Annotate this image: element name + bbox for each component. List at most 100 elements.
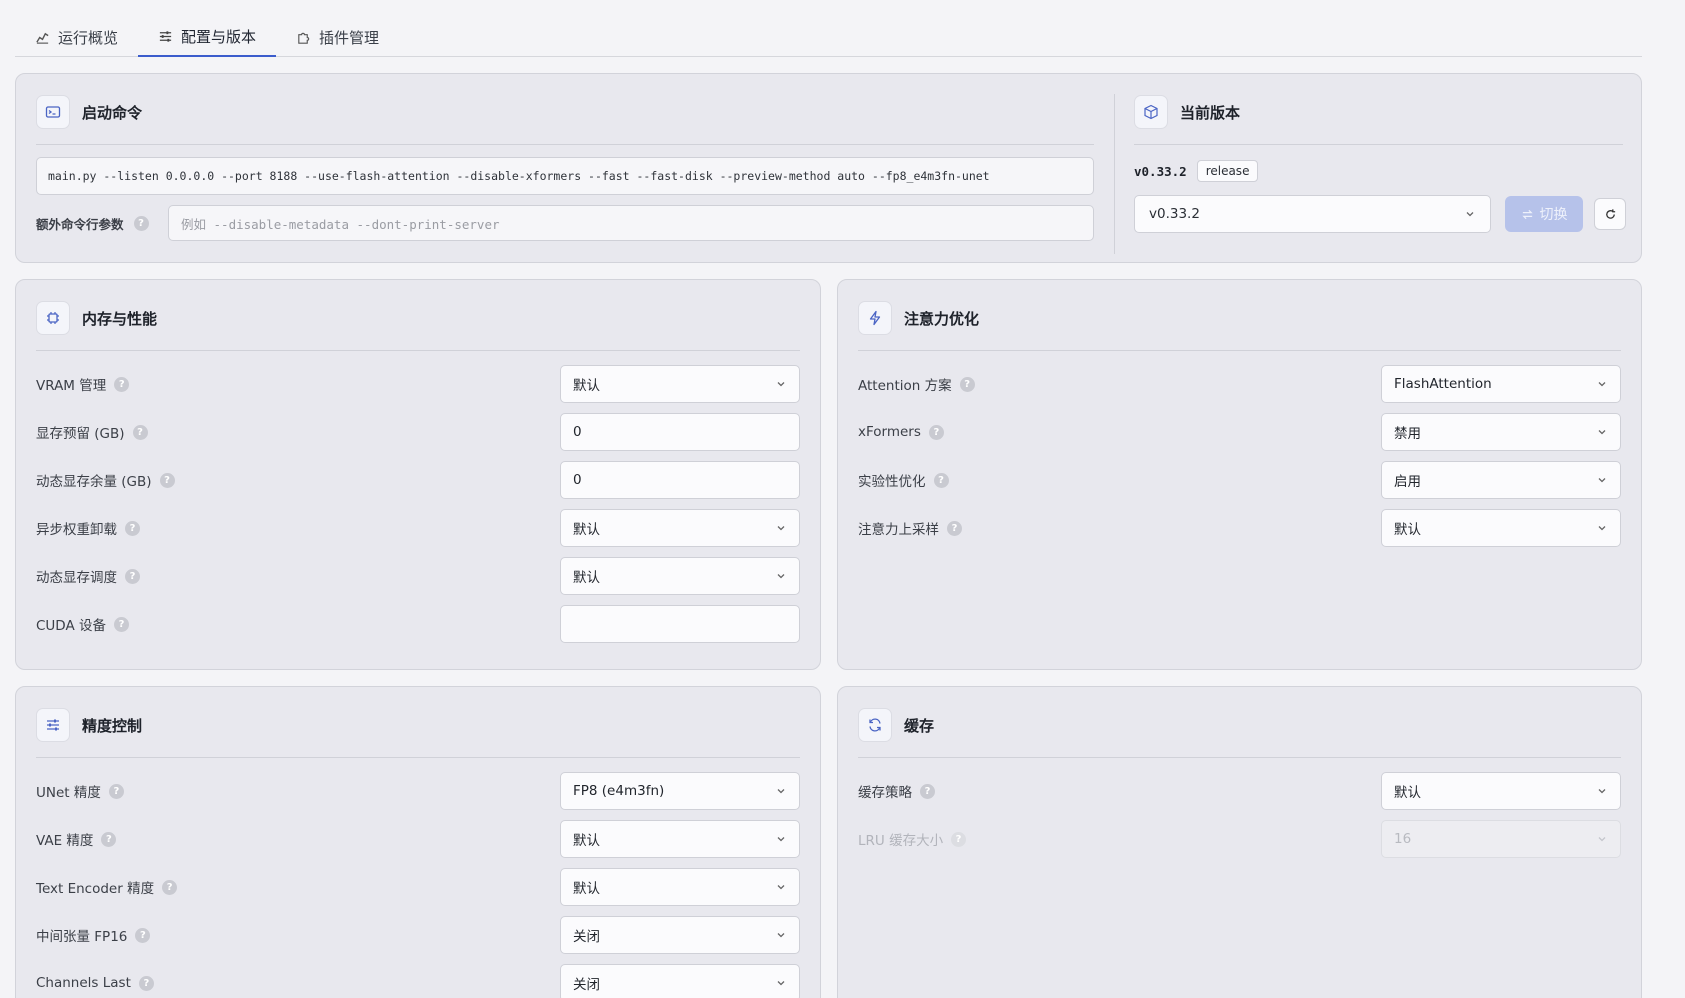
tab-config[interactable]: 配置与版本 [138,17,277,57]
precision-header: 精度控制 [36,705,800,745]
select-value: 默认 [573,833,600,849]
vram-row: VRAM 管理? 默认 [36,365,800,403]
select-value: 默认 [573,378,600,394]
divider [1134,144,1623,145]
select-value: 关闭 [573,929,600,945]
sliders-icon [159,30,172,42]
intermediate-fp16-label: 中间张量 FP16 [36,929,128,945]
chevron-down-icon [777,382,785,387]
unet-precision-label: UNet 精度 [36,785,101,801]
divider [858,757,1621,758]
help-icon[interactable]: ? [920,783,935,799]
help-icon[interactable]: ? [959,376,975,392]
divider [36,144,1094,145]
chevron-down-icon [1466,212,1474,217]
version-select[interactable]: v0.33.2 [1134,195,1491,233]
help-icon[interactable]: ? [159,472,175,488]
text-encoder-precision-label: Text Encoder 精度 [36,881,155,897]
swap-icon [1521,209,1533,219]
tab-overview[interactable]: 运行概览 [15,17,138,57]
cache-header: 缓存 [858,705,1621,745]
text-encoder-precision-select[interactable]: 默认 [560,868,800,906]
chevron-down-icon [777,933,785,938]
cuda-device-row: CUDA 设备? [36,605,800,643]
lru-size-row: LRU 缓存大小? 16 [858,820,1621,858]
dynamic-headroom-row: 动态显存余量 (GB)? 0 [36,461,800,499]
vram-reserve-row: 显存预留 (GB)? 0 [36,413,800,451]
channels-last-select[interactable]: 关闭 [560,964,800,998]
extra-args-text: 额外命令行参数 [36,216,124,232]
terminal-icon [36,95,70,129]
dynamic-headroom-label: 动态显存余量 (GB) [36,474,152,490]
cache-title: 缓存 [904,716,935,735]
attention-upcast-select[interactable]: 默认 [1381,509,1621,547]
memory-title: 内存与性能 [82,309,158,328]
precision-title: 精度控制 [82,716,143,735]
help-icon[interactable]: ? [108,783,124,799]
channel-badge: release [1196,160,1259,182]
select-value: 禁用 [1394,426,1421,442]
chevron-down-icon [1598,478,1606,483]
switch-button[interactable]: 切换 [1505,196,1583,232]
extra-args-input[interactable]: 例如 --disable-metadata --dont-print-serve… [168,205,1094,241]
help-icon[interactable]: ? [928,424,944,440]
select-value: 16 [1394,831,1412,847]
help-icon[interactable]: ? [114,616,129,632]
attention-scheme-select[interactable]: FlashAttention [1381,365,1621,403]
command-display[interactable]: main.py --listen 0.0.0.0 --port 8188 --u… [36,157,1094,195]
help-icon[interactable]: ? [947,520,962,536]
help-icon[interactable]: ? [933,472,949,488]
lru-size-label: LRU 缓存大小 [858,833,944,849]
tab-plugins[interactable]: 插件管理 [276,17,399,57]
help-icon[interactable]: ? [114,376,130,392]
help-icon[interactable]: ? [132,424,148,440]
chevron-down-icon [777,789,785,794]
help-icon[interactable]: ? [101,831,117,847]
help-icon[interactable]: ? [138,975,154,991]
xformers-select[interactable]: 禁用 [1381,413,1621,451]
switch-label: 切换 [1539,207,1568,223]
attention-title: 注意力优化 [904,309,980,328]
sliders-icon [36,708,70,742]
vae-precision-select[interactable]: 默认 [560,820,800,858]
launch-header: 启动命令 [36,92,1094,132]
launch-card: 启动命令 main.py --listen 0.0.0.0 --port 818… [15,73,1642,263]
chevron-down-icon [1598,382,1606,387]
help-icon[interactable]: ? [125,568,140,584]
help-icon[interactable]: ? [162,879,178,895]
help-icon[interactable]: ? [133,215,149,231]
help-icon[interactable]: ? [135,927,151,943]
tab-label: 插件管理 [319,28,380,47]
cuda-device-input[interactable] [560,605,800,643]
xformers-row: xFormers? 禁用 [858,413,1621,451]
launch-title: 启动命令 [82,103,143,122]
help-icon[interactable]: ? [951,831,967,847]
select-value: 默认 [573,881,600,897]
chevron-down-icon [1598,430,1606,435]
async-offload-select[interactable]: 默认 [560,509,800,547]
attention-scheme-row: Attention 方案? FlashAttention [858,365,1621,403]
divider [36,757,800,758]
chevron-down-icon [1598,526,1606,531]
version-header: 当前版本 [1134,92,1623,132]
experimental-select[interactable]: 启用 [1381,461,1621,499]
input-value: 0 [573,472,582,488]
vram-select[interactable]: 默认 [560,365,800,403]
vram-reserve-input[interactable]: 0 [560,413,800,451]
select-value: 关闭 [573,977,600,993]
help-icon[interactable]: ? [125,520,140,536]
refresh-button[interactable] [1594,198,1626,230]
dynamic-schedule-select[interactable]: 默认 [560,557,800,595]
dynamic-schedule-label: 动态显存调度 [36,570,117,586]
lru-size-select[interactable]: 16 [1381,820,1621,858]
intermediate-fp16-select[interactable]: 关闭 [560,916,800,954]
cache-strategy-select[interactable]: 默认 [1381,772,1621,810]
tab-label: 配置与版本 [181,27,257,46]
dynamic-headroom-input[interactable]: 0 [560,461,800,499]
unet-precision-row: UNet 精度? FP8 (e4m3fn) [36,772,800,810]
unet-precision-select[interactable]: FP8 (e4m3fn) [560,772,800,810]
vae-precision-label: VAE 精度 [36,833,94,849]
cuda-device-label: CUDA 设备 [36,618,106,634]
chart-icon [36,32,49,44]
attention-scheme-label: Attention 方案 [858,378,952,394]
